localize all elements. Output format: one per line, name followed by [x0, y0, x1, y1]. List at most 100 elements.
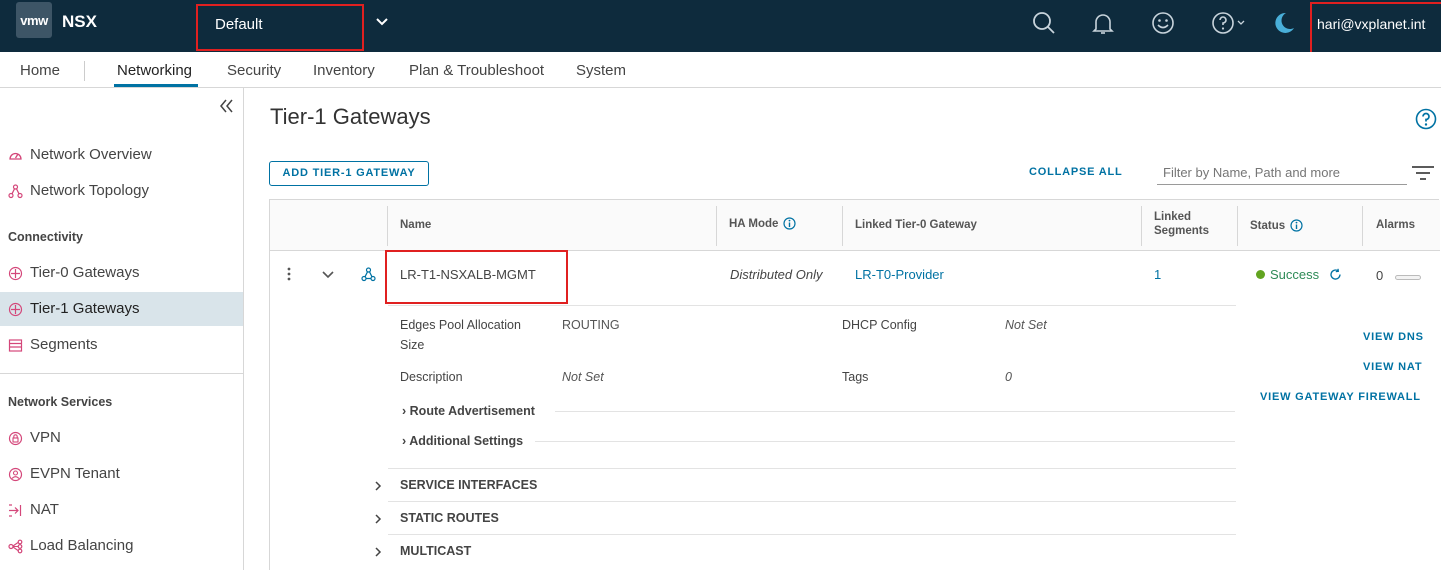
moon-icon[interactable]: [1271, 10, 1297, 36]
column-header-name[interactable]: Name: [400, 219, 431, 231]
status-success-dot: [1256, 270, 1265, 279]
nat-icon: [9, 504, 22, 517]
row-actions-icon[interactable]: [285, 266, 293, 282]
chevron-right-icon[interactable]: [373, 513, 383, 525]
filter-input[interactable]: [1157, 161, 1407, 185]
sidebar-item-load-balancing[interactable]: Load Balancing: [0, 529, 243, 563]
gateways-grid: Name HA Mode Linked Tier-0 Gateway Linke…: [269, 199, 1440, 570]
topology-icon: [8, 184, 23, 199]
gateway-name: LR-T1-NSXALB-MGMT: [400, 267, 536, 282]
segments-icon: [8, 339, 23, 352]
view-nat-link[interactable]: VIEW NAT: [1363, 361, 1422, 373]
column-header-ha-mode[interactable]: HA Mode: [729, 217, 797, 230]
topology-icon[interactable]: [361, 267, 376, 282]
bell-icon[interactable]: [1090, 10, 1116, 36]
main-nav: Home Networking Security Inventory Plan …: [0, 52, 1441, 88]
view-dns-link[interactable]: VIEW DNS: [1363, 331, 1424, 343]
vmware-logo: vmw: [16, 2, 52, 38]
column-header-linked-t0[interactable]: Linked Tier-0 Gateway: [855, 219, 977, 231]
info-icon[interactable]: [1290, 219, 1303, 232]
column-header-label: Status: [1250, 220, 1286, 232]
chevron-down-icon[interactable]: [373, 12, 391, 30]
sidebar-item-label: Tier-1 Gateways: [30, 300, 140, 317]
add-tier1-gateway-button[interactable]: ADD TIER-1 GATEWAY: [269, 161, 429, 186]
help-icon[interactable]: [1210, 10, 1248, 36]
additional-settings-expander[interactable]: › Additional Settings: [402, 434, 523, 448]
linked-t0-link[interactable]: LR-T0-Provider: [855, 267, 944, 282]
column-header-status[interactable]: Status: [1250, 219, 1303, 232]
description-label: Description: [400, 370, 463, 384]
ha-mode-value: Distributed Only: [730, 267, 823, 282]
info-icon[interactable]: [783, 217, 797, 230]
description-value: Not Set: [562, 370, 604, 384]
section-line: [555, 411, 1235, 412]
column-header-linked-segments[interactable]: Linked Segments: [1154, 211, 1209, 237]
gateway-icon: [8, 302, 23, 317]
project-selector[interactable]: Default: [196, 4, 364, 51]
sidebar-item-tier0-gateways[interactable]: Tier-0 Gateways: [0, 256, 243, 290]
static-routes-section[interactable]: STATIC ROUTES: [400, 511, 499, 525]
filter-icon[interactable]: [1411, 165, 1435, 181]
help-icon[interactable]: [1415, 108, 1437, 130]
tab-home[interactable]: Home: [20, 62, 60, 79]
chevron-right-icon[interactable]: [373, 480, 383, 492]
column-divider: [842, 206, 843, 246]
tags-value[interactable]: 0: [1005, 370, 1012, 384]
gauge-icon: [9, 152, 22, 160]
collapse-all-button[interactable]: COLLAPSE ALL: [1029, 166, 1123, 178]
tags-label: Tags: [842, 370, 869, 384]
edges-pool-value: ROUTING: [562, 318, 620, 332]
sidebar-item-vpn[interactable]: VPN: [0, 421, 243, 455]
service-interfaces-section[interactable]: SERVICE INTERFACES: [400, 478, 537, 492]
lock-icon: [8, 431, 23, 446]
status-label: Success: [1270, 267, 1320, 282]
view-gateway-firewall-link[interactable]: VIEW GATEWAY FIREWALL: [1260, 391, 1421, 403]
sidebar-item-segments[interactable]: Segments: [0, 328, 243, 362]
sidebar-item-network-topology[interactable]: Network Topology: [0, 174, 243, 208]
tab-plan-troubleshoot[interactable]: Plan & Troubleshoot: [409, 62, 544, 79]
route-advertisement-expander[interactable]: › Route Advertisement: [402, 404, 535, 418]
smiley-icon[interactable]: [1150, 10, 1176, 36]
sidebar-item-label: NAT: [30, 501, 59, 518]
sidebar-item-label: Tier-0 Gateways: [30, 264, 140, 281]
column-divider: [716, 206, 717, 246]
column-header-label: HA Mode: [729, 218, 779, 230]
edges-pool-label: Edges Pool Allocation Size: [400, 318, 521, 352]
column-divider: [1362, 206, 1363, 246]
alarms-count[interactable]: 0: [1376, 268, 1383, 283]
column-header-label: Segments: [1154, 225, 1209, 237]
grid-header: Name HA Mode Linked Tier-0 Gateway Linke…: [270, 200, 1440, 251]
chevron-right-icon[interactable]: [373, 546, 383, 558]
sidebar-item-tier1-gateways[interactable]: Tier-1 Gateways: [0, 292, 243, 326]
user-menu[interactable]: hari@vxplanet.int: [1310, 2, 1441, 54]
status-badge[interactable]: Success: [1256, 267, 1342, 282]
alarm-severity-bar: [1395, 275, 1421, 280]
collapse-sidebar-icon[interactable]: [216, 96, 236, 116]
sidebar-item-nat[interactable]: NAT: [0, 493, 243, 527]
row-divider: [388, 501, 1236, 502]
sidebar-item-evpn-tenant[interactable]: EVPN Tenant: [0, 457, 243, 491]
load-balancing-icon: [8, 539, 23, 554]
tab-security[interactable]: Security: [227, 62, 281, 79]
sidebar-item-label: Network Topology: [30, 182, 149, 199]
sidebar-item-label: VPN: [30, 429, 61, 446]
linked-segments-count[interactable]: 1: [1154, 267, 1161, 282]
expander-label: Additional Settings: [409, 434, 524, 448]
page-title: Tier-1 Gateways: [270, 104, 431, 129]
dhcp-config-value: Not Set: [1005, 318, 1047, 332]
sidebar-section-connectivity: Connectivity: [8, 230, 84, 244]
column-header-label: Linked: [1154, 211, 1192, 223]
top-header: vmw NSX Default hari@vxplanet.int: [0, 0, 1441, 54]
sidebar-item-label: EVPN Tenant: [30, 465, 120, 482]
tab-inventory[interactable]: Inventory: [313, 62, 375, 79]
refresh-icon[interactable]: [1329, 268, 1342, 281]
search-icon[interactable]: [1031, 10, 1057, 36]
multicast-section[interactable]: MULTICAST: [400, 544, 471, 558]
nav-divider: [84, 61, 85, 81]
column-header-alarms[interactable]: Alarms: [1376, 219, 1415, 231]
tab-networking[interactable]: Networking: [117, 62, 192, 79]
dhcp-config-label: DHCP Config: [842, 318, 917, 332]
chevron-down-icon[interactable]: [321, 269, 335, 281]
sidebar-item-network-overview[interactable]: Network Overview: [0, 138, 243, 172]
tab-system[interactable]: System: [576, 62, 626, 79]
